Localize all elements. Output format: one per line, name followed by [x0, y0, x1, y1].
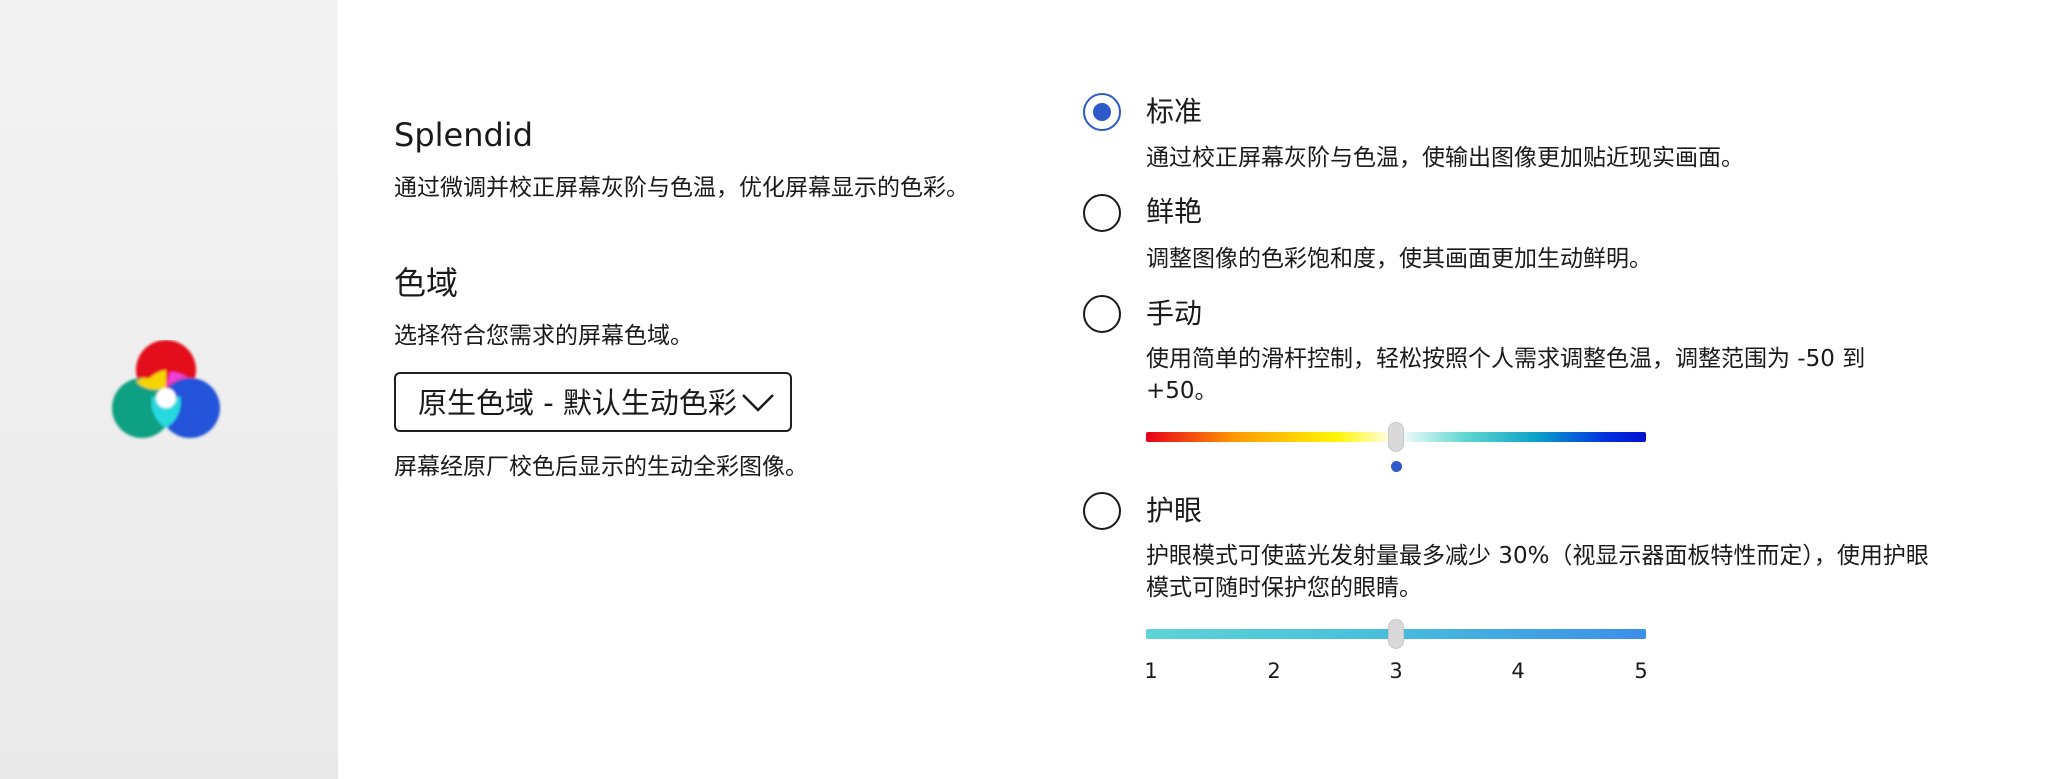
splendid-title: Splendid — [394, 116, 533, 154]
mode-label-manual: 手动 — [1146, 297, 1203, 330]
mode-description-standard: 通过校正屏幕灰阶与色温，使输出图像更加贴近现实画面。 — [1146, 145, 1744, 171]
color-temperature-slider-thumb[interactable] — [1388, 422, 1404, 452]
radio-manual[interactable] — [1083, 295, 1121, 333]
eye-care-slider-thumb[interactable] — [1388, 619, 1404, 649]
radio-vivid[interactable] — [1083, 194, 1121, 232]
mode-description-eye-care: 护眼模式可使蓝光发射量最多减少 30%（视显示器面板特性而定），使用护眼模式可随… — [1146, 543, 1929, 601]
mode-label-eye-care: 护眼 — [1146, 494, 1203, 527]
gamut-selected-description: 屏幕经原厂校色后显示的生动全彩图像。 — [394, 454, 808, 480]
splendid-description: 通过微调并校正屏幕灰阶与色温，优化屏幕显示的色彩。 — [394, 175, 969, 201]
mode-description-manual: 使用简单的滑杆控制，轻松按照个人需求调整色温，调整范围为 -50 到 +50。 — [1146, 346, 1866, 404]
eye-care-tick: 1 — [1144, 659, 1158, 683]
eye-care-tick: 2 — [1267, 659, 1281, 683]
mode-label-standard: 标准 — [1146, 95, 1203, 128]
left-panel — [0, 0, 338, 779]
eye-care-tick: 5 — [1634, 659, 1648, 683]
eye-care-tick: 4 — [1511, 659, 1525, 683]
mode-description-vivid: 调整图像的色彩饱和度，使其画面更加生动鲜明。 — [1146, 246, 1652, 272]
gamut-description: 选择符合您需求的屏幕色域。 — [394, 323, 693, 349]
radio-eye-care[interactable] — [1083, 492, 1121, 530]
slider-default-marker — [1391, 461, 1402, 472]
rgb-color-icon — [112, 340, 220, 438]
gamut-select[interactable]: 原生色域 - 默认生动色彩 — [394, 372, 792, 432]
gamut-select-value: 原生色域 - 默认生动色彩 — [418, 386, 736, 420]
gamut-title: 色域 — [394, 264, 459, 302]
chevron-down-icon — [742, 394, 774, 412]
radio-standard[interactable] — [1083, 93, 1121, 131]
mode-label-vivid: 鲜艳 — [1146, 195, 1203, 228]
eye-care-tick: 3 — [1389, 659, 1403, 683]
